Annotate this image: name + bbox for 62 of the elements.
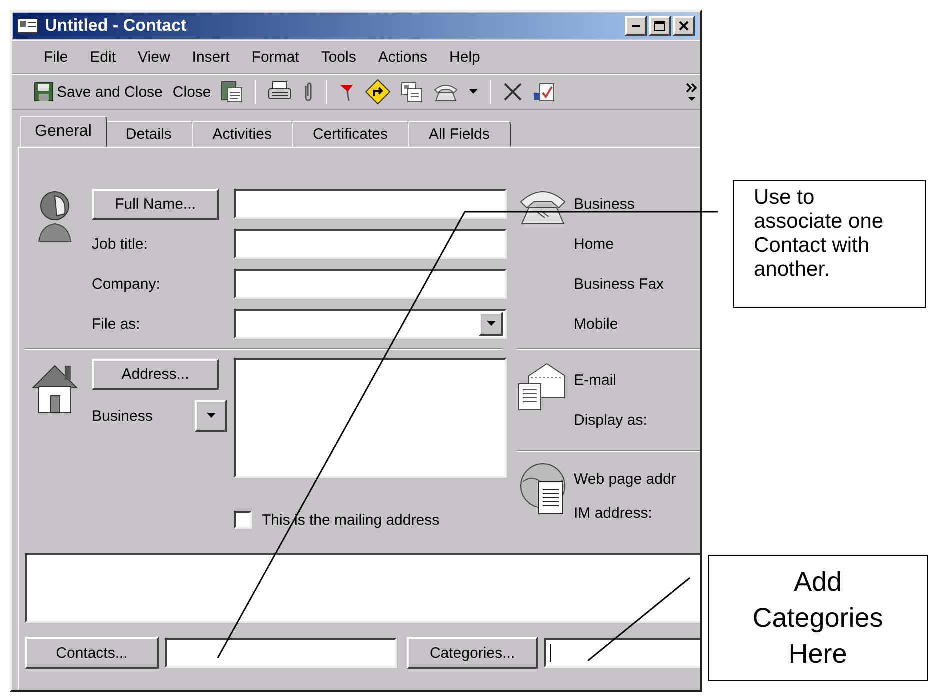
window-title: Untitled - Contact xyxy=(45,16,188,36)
dropdown-arrow-icon xyxy=(486,321,496,327)
address-type-dropdown[interactable] xyxy=(195,400,227,432)
field-label: Job title: xyxy=(92,236,149,252)
full-name-button[interactable]: Full Name... xyxy=(92,188,219,220)
field-label: File as: xyxy=(92,316,142,332)
tab[interactable]: Certificates xyxy=(292,121,409,147)
callout-text: Add Categories Here xyxy=(752,566,884,671)
close-button[interactable]: Close xyxy=(170,82,214,102)
maximize-icon xyxy=(654,20,666,32)
contacts-field[interactable] xyxy=(165,638,397,668)
phone-label[interactable]: Business Fax xyxy=(574,276,664,292)
callout-text: Use to associate one Contact with another. xyxy=(754,186,885,282)
menu-item[interactable]: Edit xyxy=(78,48,126,66)
dropdown-arrow-icon xyxy=(469,89,478,95)
contact-card-icon xyxy=(401,81,424,103)
phone-label[interactable]: Business xyxy=(574,196,635,212)
field-label: Display as: xyxy=(574,412,648,428)
maximize-button[interactable] xyxy=(649,16,671,36)
file-as-dropdown[interactable] xyxy=(234,309,507,339)
menu-item[interactable]: Tools xyxy=(309,48,366,66)
menu-item[interactable]: Format xyxy=(240,48,310,66)
dropdown-arrow-icon xyxy=(206,413,216,419)
categories-button[interactable]: Categories... xyxy=(407,637,538,669)
address-button[interactable]: Address... xyxy=(92,358,219,390)
tab[interactable]: General xyxy=(20,116,107,147)
notes-field[interactable] xyxy=(25,553,700,623)
phone-label[interactable]: Home xyxy=(574,236,614,252)
address-field[interactable] xyxy=(234,358,507,478)
field-label: Company: xyxy=(92,276,162,292)
flag-icon xyxy=(339,82,356,102)
menu-item[interactable]: Actions xyxy=(366,48,438,66)
menu-item[interactable]: File xyxy=(32,48,78,66)
close-icon xyxy=(679,21,689,31)
field-label: IM address: xyxy=(574,504,652,522)
categories-field[interactable] xyxy=(544,638,700,668)
diamond-arrow-icon xyxy=(365,79,392,105)
menu-item[interactable]: Insert xyxy=(180,48,240,66)
minimize-icon xyxy=(632,25,640,27)
save-and-close-button[interactable]: Save and Close xyxy=(32,80,165,104)
text-field[interactable] xyxy=(234,229,507,259)
clipboard-check-icon xyxy=(533,81,558,103)
checkbox-label[interactable]: This is the mailing address xyxy=(262,512,440,528)
address-type-label: Business xyxy=(92,408,153,424)
field-label[interactable]: Web page addr xyxy=(574,470,676,488)
menu-item[interactable]: Help xyxy=(438,48,490,66)
minimize-button[interactable] xyxy=(625,16,647,36)
checkbox[interactable] xyxy=(234,511,252,529)
field-label: E-mail xyxy=(574,372,617,388)
contact-card-icon xyxy=(221,81,244,103)
contacts-button[interactable]: Contacts... xyxy=(25,637,159,669)
close-button[interactable] xyxy=(673,16,695,36)
delete-x-icon xyxy=(503,82,524,102)
contact-card-icon xyxy=(17,17,39,35)
text-field[interactable] xyxy=(234,269,507,299)
phone-label[interactable]: Mobile xyxy=(574,316,618,332)
tab[interactable]: Activities xyxy=(192,121,293,147)
save-icon xyxy=(34,82,54,102)
menu-item[interactable]: View xyxy=(126,48,180,66)
tab[interactable]: All Fields xyxy=(408,121,511,147)
chevron-more-icon xyxy=(686,81,698,103)
text-field[interactable] xyxy=(234,189,507,219)
